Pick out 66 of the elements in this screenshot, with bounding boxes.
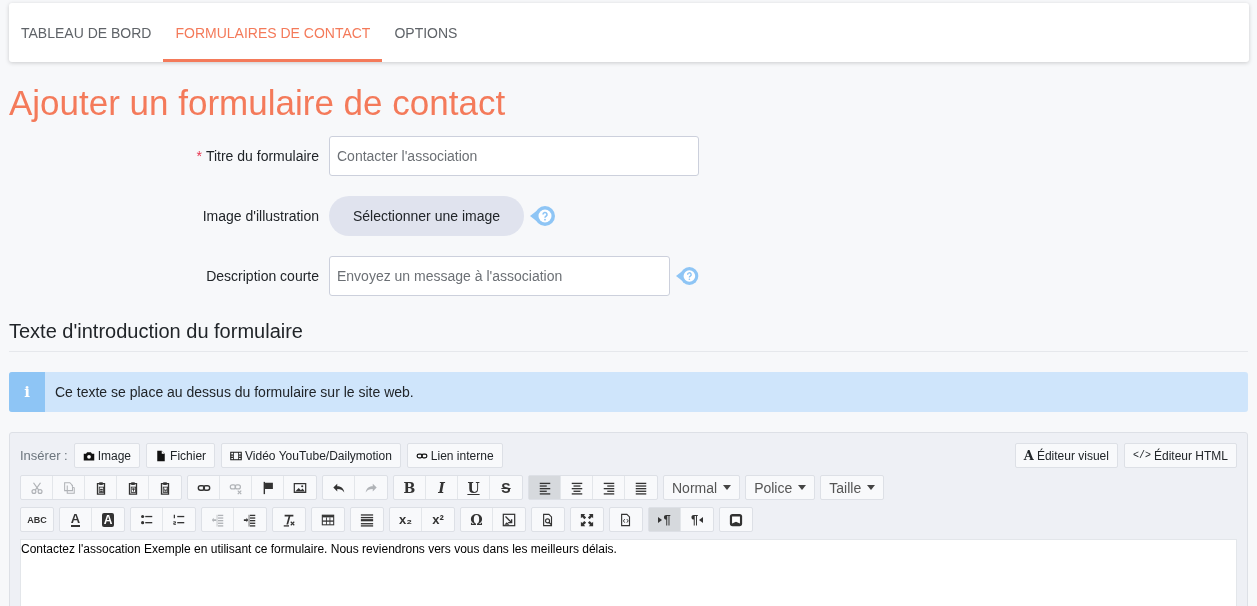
text-color-button[interactable]: A [60, 508, 92, 531]
insert-button[interactable]: Fichier [146, 443, 216, 468]
strikethrough-button[interactable]: S [490, 476, 522, 499]
scissors-icon [29, 480, 44, 495]
right-to-left-button[interactable]: ¶ [681, 508, 713, 531]
insert-button[interactable]: Image [73, 443, 141, 468]
caret-icon [867, 485, 876, 490]
film-icon [230, 449, 243, 462]
italic-button[interactable]: I [426, 476, 458, 499]
help-icon [530, 205, 556, 227]
justify-icon [634, 480, 648, 495]
caret-icon [723, 485, 732, 490]
help-icon [675, 265, 699, 287]
table-icon [321, 512, 335, 527]
info-icon: i [9, 372, 45, 412]
align-left-button[interactable] [529, 476, 561, 499]
text-field[interactable]: Envoyez un message à l'association [329, 256, 670, 296]
horizontal-lines-icon [360, 512, 374, 527]
format-dropdown[interactable]: Taille [821, 476, 884, 499]
field-label: Image d'illustration [202, 208, 319, 224]
insert-button[interactable]: Lien interne [406, 443, 503, 468]
outdent-icon [210, 512, 225, 527]
left-triangle-icon [699, 516, 704, 523]
caret-icon [798, 485, 807, 490]
image-icon [293, 480, 307, 495]
align-right-icon [601, 480, 616, 495]
insert-button[interactable]: Vidéo YouTube/Dailymotion [221, 443, 401, 468]
required-mark: * [196, 148, 202, 164]
background-color-button[interactable]: A [92, 508, 124, 531]
underline-button[interactable]: U [458, 476, 490, 499]
superscript-button[interactable]: x² [422, 508, 454, 531]
frame-icon [729, 512, 743, 527]
numbered-list-icon [172, 512, 186, 527]
bold-button[interactable]: B [394, 476, 426, 499]
align-center-icon [569, 480, 584, 495]
file-icon [155, 449, 168, 462]
clear-format-icon [282, 512, 296, 527]
subscript-button[interactable]: x₂ [390, 508, 422, 531]
page-code-icon [619, 512, 633, 527]
right-triangle-icon [658, 516, 663, 523]
insert-label: Insérer : [20, 448, 68, 463]
section-title: Texte d'introduction du formulaire [9, 320, 1248, 352]
camera-icon [82, 449, 95, 462]
nav-tab[interactable]: TABLEAU DE BORD [9, 3, 164, 62]
nav-tab[interactable]: OPTIONS [382, 3, 470, 62]
select-image-button[interactable]: Sélectionner une image [329, 196, 524, 236]
editor-mode-button[interactable]: </> Éditeur HTML [1123, 443, 1237, 468]
editor-mode-button[interactable]: A Éditeur visuel [1014, 443, 1118, 468]
field-label: Titre du formulaire [205, 148, 319, 164]
copy-icon [61, 480, 76, 495]
bullet-list-icon [139, 512, 154, 527]
info-text: Ce texte se place au dessus du formulaire sur le site web. [55, 384, 414, 400]
field-label: Description courte [206, 268, 319, 284]
clipboard-icon [158, 480, 172, 495]
maximize-icon [580, 512, 594, 527]
format-dropdown[interactable]: Police [746, 476, 815, 499]
spellcheck-button[interactable]: ABC [21, 508, 53, 531]
page-title: Ajouter un formulaire de contact [9, 82, 507, 124]
indent-icon [243, 512, 257, 527]
left-to-right-button[interactable]: ¶ [649, 508, 681, 531]
special-character-button[interactable]: Ω [461, 508, 493, 531]
editor-content[interactable]: Contactez l'assocation Exemple en utilisant ce formulaire. Nous reviendrons vers vous dans les meilleurs délais. [20, 539, 1237, 606]
align-left-icon [537, 480, 552, 495]
page-magnifier-icon [541, 512, 555, 527]
text-field[interactable]: Contacter l'association [329, 136, 699, 176]
format-dropdown[interactable]: Normal [664, 476, 740, 499]
